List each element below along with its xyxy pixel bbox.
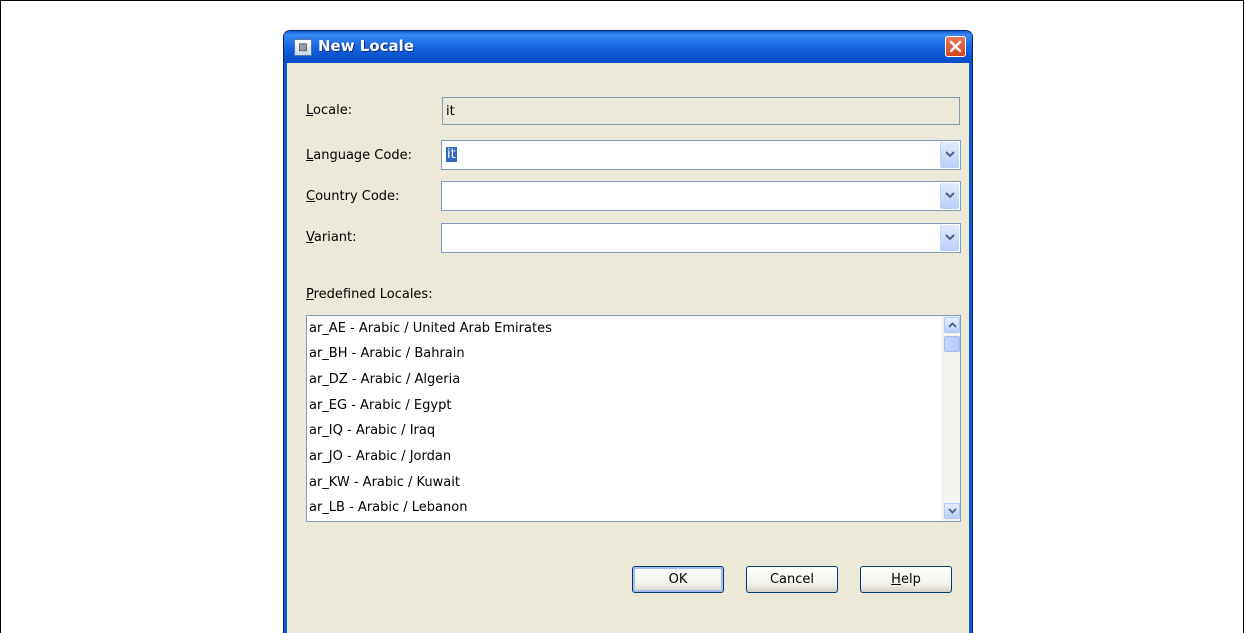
- close-icon: [949, 40, 962, 53]
- predefined-locales-label-text: redefined Locales:: [313, 287, 433, 302]
- list-item[interactable]: ar_KW - Arabic / Kuwait: [309, 470, 460, 495]
- chevron-down-icon: [948, 508, 957, 514]
- language-code-value[interactable]: it: [446, 147, 457, 162]
- list-item[interactable]: ar_DZ - Arabic / Algeria: [309, 367, 460, 392]
- chevron-down-icon: [945, 234, 955, 241]
- new-locale-dialog: ▧ New Locale Locale: it Language Code: i…: [283, 30, 973, 633]
- vertical-scrollbar[interactable]: [942, 316, 960, 521]
- list-item[interactable]: ar_IQ - Arabic / Iraq: [309, 418, 435, 443]
- country-code-label: Country Code:: [306, 189, 399, 204]
- country-code-combo[interactable]: [441, 181, 961, 211]
- variant-label: Variant:: [306, 230, 357, 245]
- country-code-dropdown-button[interactable]: [940, 183, 959, 209]
- list-item[interactable]: ar_JO - Arabic / Jordan: [309, 444, 451, 469]
- dialog-title: New Locale: [318, 37, 414, 55]
- predefined-locales-list[interactable]: ar_AE - Arabic / United Arab Emirates ar…: [306, 315, 961, 522]
- country-code-label-mnemonic: C: [306, 189, 316, 204]
- help-button-mnemonic: H: [891, 572, 901, 587]
- predefined-locales-label: Predefined Locales:: [306, 287, 433, 302]
- variant-dropdown-button[interactable]: [940, 225, 959, 251]
- ok-button-label: OK: [668, 572, 688, 587]
- language-code-label-text: anguage Code:: [313, 148, 412, 163]
- language-code-combo[interactable]: it: [441, 140, 961, 170]
- ok-button[interactable]: OK: [632, 566, 724, 593]
- variant-label-mnemonic: V: [306, 230, 314, 245]
- scroll-down-button[interactable]: [944, 503, 960, 519]
- chevron-down-icon: [945, 192, 955, 199]
- title-bar[interactable]: ▧ New Locale: [284, 31, 972, 63]
- cancel-button-label: Cancel: [769, 572, 815, 587]
- help-button[interactable]: Help: [860, 566, 952, 593]
- locale-label: Locale:: [306, 103, 352, 118]
- predefined-locales-label-mnemonic: P: [306, 287, 314, 302]
- locale-field: it: [442, 97, 960, 125]
- locale-value: it: [446, 104, 455, 119]
- close-button[interactable]: [945, 36, 966, 57]
- list-item[interactable]: ar_AE - Arabic / United Arab Emirates: [309, 316, 552, 341]
- list-item[interactable]: ar_BH - Arabic / Bahrain: [309, 341, 465, 366]
- language-code-dropdown-button[interactable]: [940, 142, 959, 168]
- app-icon: ▧: [294, 39, 312, 56]
- variant-combo[interactable]: [441, 223, 961, 253]
- scroll-up-button[interactable]: [944, 317, 960, 333]
- chevron-down-icon: [945, 151, 955, 158]
- locale-label-mnemonic: L: [306, 103, 314, 118]
- scroll-thumb[interactable]: [944, 336, 960, 352]
- cancel-button[interactable]: Cancel: [746, 566, 838, 593]
- language-code-label: Language Code:: [306, 148, 412, 163]
- help-button-label: elp: [900, 572, 921, 587]
- variant-label-text: ariant:: [313, 230, 357, 245]
- locale-label-text: ocale:: [313, 103, 353, 118]
- list-item[interactable]: ar_EG - Arabic / Egypt: [309, 393, 451, 418]
- list-item[interactable]: ar_LB - Arabic / Lebanon: [309, 495, 467, 520]
- country-code-label-text: ountry Code:: [315, 189, 400, 204]
- chevron-up-icon: [948, 322, 957, 328]
